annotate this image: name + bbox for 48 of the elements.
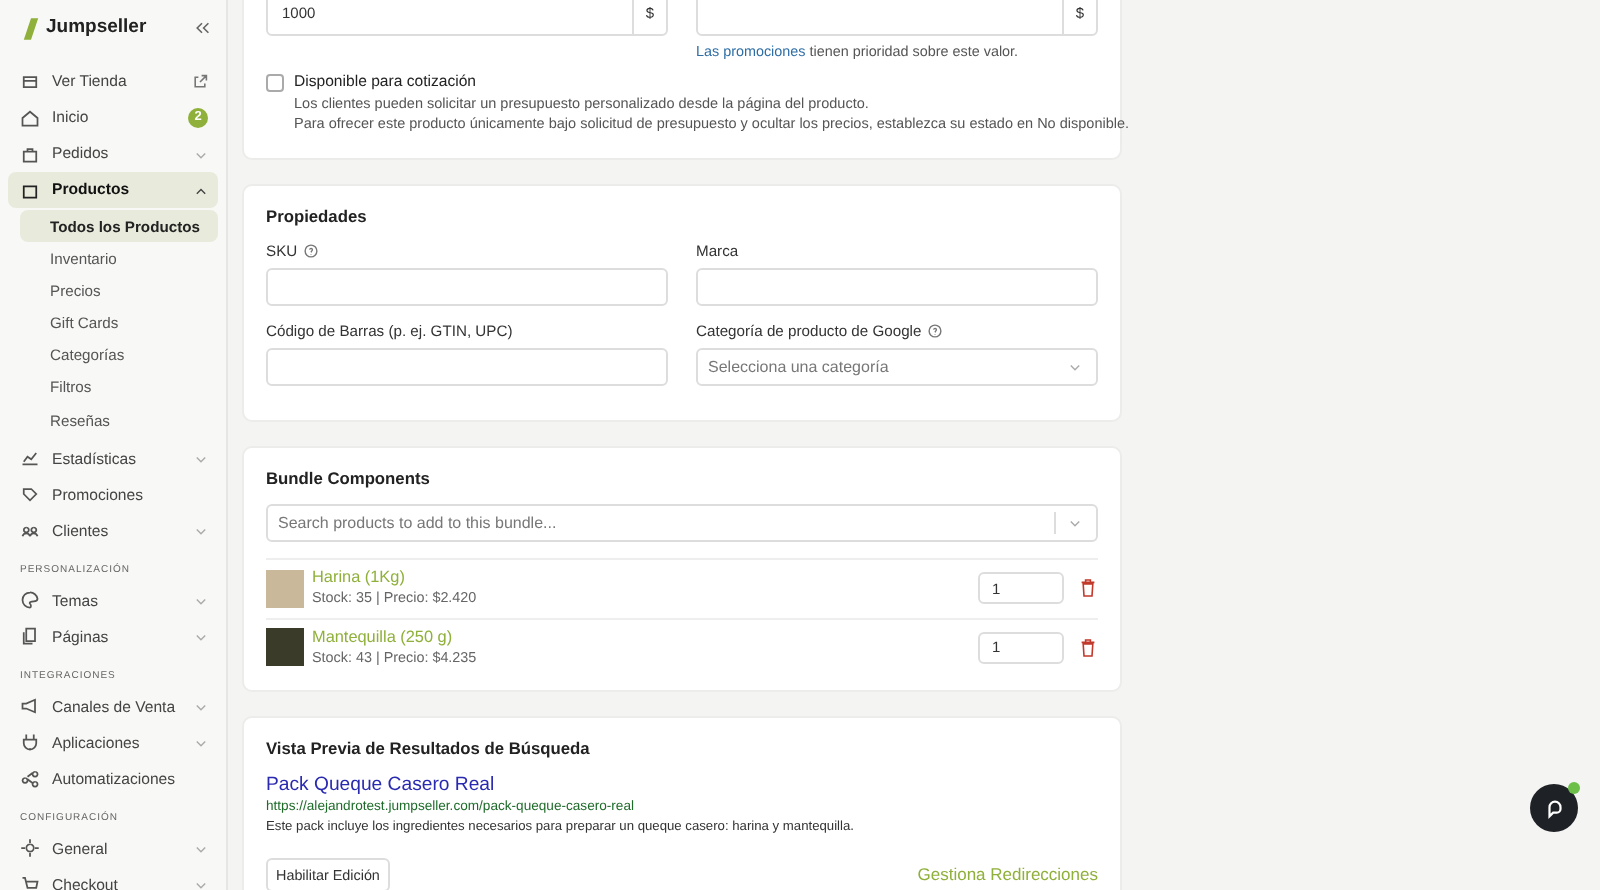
chevron-icon: [194, 183, 208, 197]
logo-icon: [22, 17, 40, 39]
card-title: Bundle Components: [266, 468, 432, 489]
external-link-icon: [192, 74, 208, 90]
nav-icon: [20, 626, 40, 647]
nav-icon: [20, 72, 40, 92]
nav-icon: [20, 108, 40, 128]
nav-icon: [20, 144, 40, 164]
card-title: Vista Previa de Resultados de Búsqueda: [266, 738, 592, 759]
nav-icon: [20, 448, 40, 469]
nav-icon: [20, 838, 40, 859]
chat-button[interactable]: [1530, 784, 1578, 832]
chevron-icon: [194, 593, 208, 608]
chat-icon: [1543, 797, 1565, 819]
chevron-icon: [1068, 360, 1082, 375]
category-select[interactable]: Selecciona una categoría: [696, 348, 1098, 387]
product-thumbnail: [266, 569, 304, 608]
trash-icon[interactable]: [1080, 637, 1096, 658]
chevron-icon: [194, 147, 208, 161]
preview-title: Pack Queque Casero Real: [266, 774, 497, 798]
input-field[interactable]: [266, 348, 668, 387]
trash-icon[interactable]: [1080, 578, 1096, 599]
nav-icon: [20, 768, 40, 789]
online-dot: [1568, 782, 1580, 794]
chevron-icon: [194, 877, 208, 890]
chevron-icon: [194, 735, 208, 750]
product-thumbnail: [266, 628, 304, 667]
chevron-icon: [194, 523, 208, 538]
chevron-icon: [194, 841, 208, 856]
chevron-icon: [194, 451, 208, 466]
nav-icon: [20, 180, 40, 200]
card-title: Propiedades: [266, 205, 369, 227]
chevron-icon: [1068, 516, 1082, 531]
help-icon[interactable]: [927, 324, 942, 339]
chevron-icon: [194, 699, 208, 714]
input-field[interactable]: [696, 268, 1098, 307]
collapse-icon[interactable]: [194, 20, 210, 36]
nav-icon: [20, 732, 40, 753]
chevron-icon: [194, 629, 208, 644]
nav-icon: [20, 484, 40, 505]
input-field[interactable]: [266, 268, 668, 307]
nav-icon: [20, 590, 40, 611]
checkbox[interactable]: [266, 73, 284, 92]
help-icon[interactable]: [303, 244, 318, 259]
logo-text: Jumpseller: [46, 16, 149, 40]
product-search-field[interactable]: Search products to add to this bundle...: [266, 504, 1098, 543]
nav-icon: [20, 874, 40, 890]
nav-icon: [20, 696, 40, 717]
